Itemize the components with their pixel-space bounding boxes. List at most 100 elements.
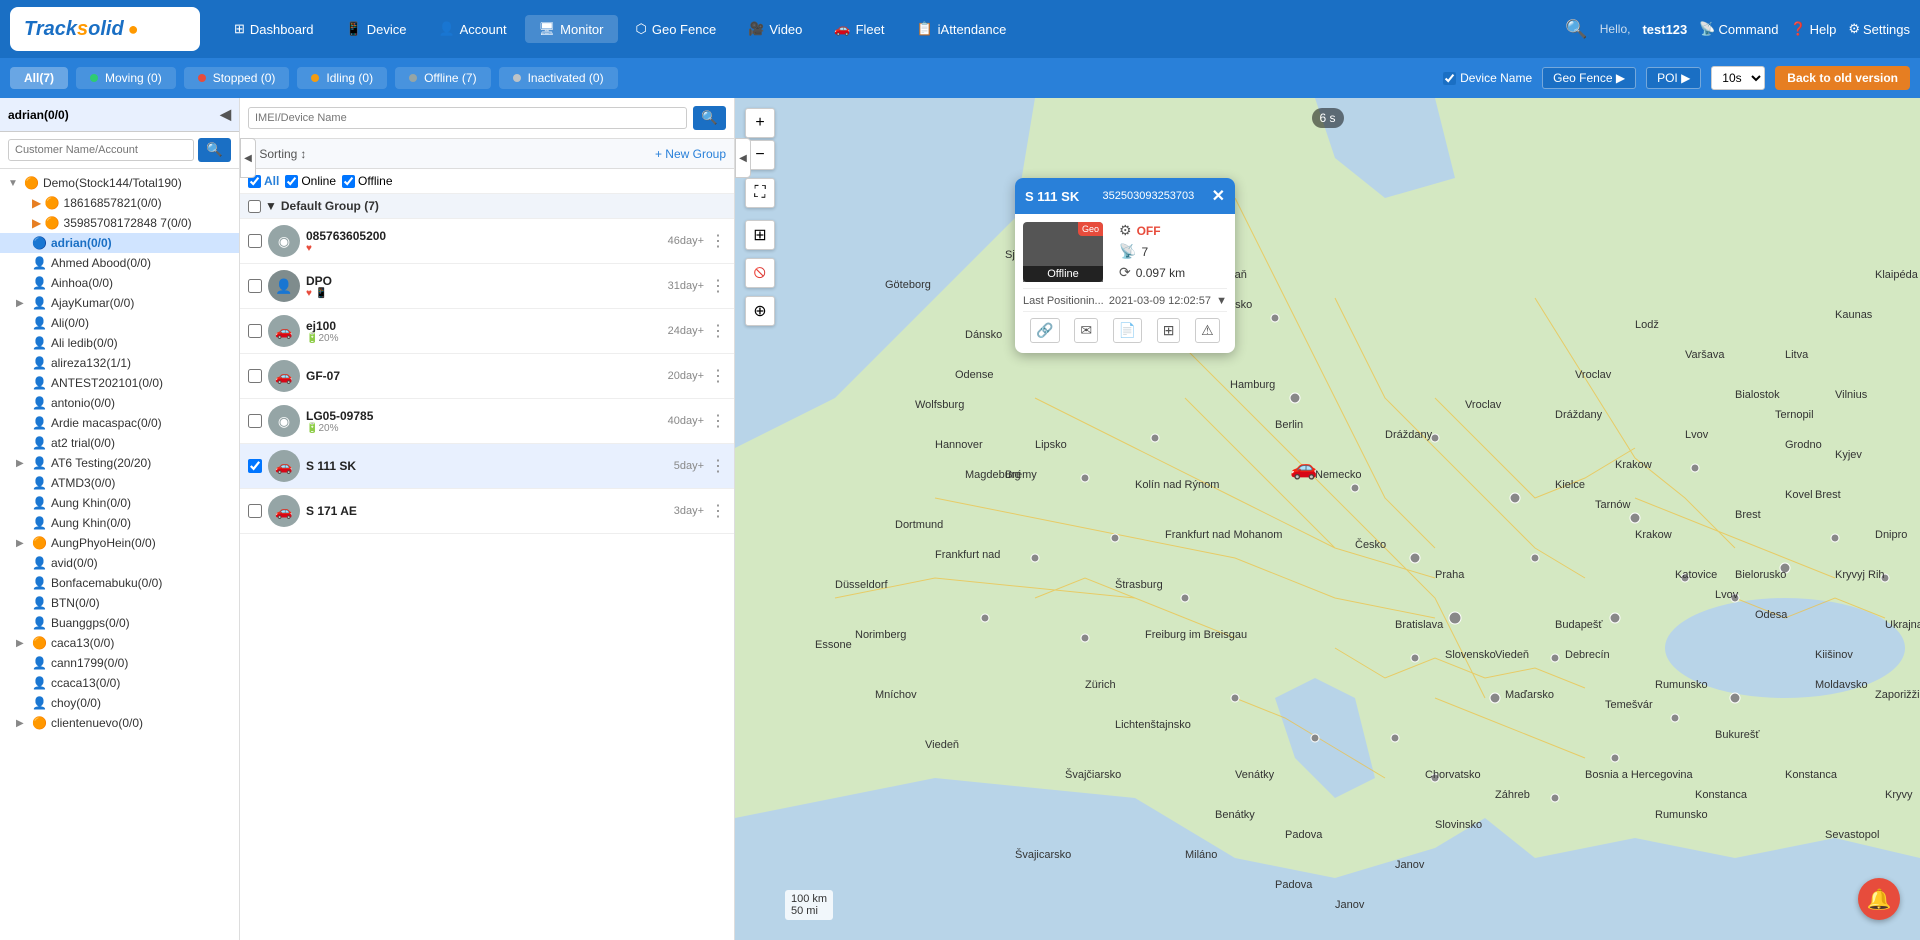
device-row[interactable]: 🚗 GF-07 20day+ ⋮ bbox=[240, 354, 734, 399]
poi-button[interactable]: POI ▶ bbox=[1646, 67, 1701, 89]
device-search-button[interactable]: 🔍 bbox=[693, 106, 726, 130]
device-row[interactable]: ◉ LG05-09785 🔋20% 40day+ ⋮ bbox=[240, 399, 734, 444]
nav-fleet[interactable]: 🚗 Fleet bbox=[820, 15, 898, 43]
tree-item-bonfacemabuku[interactable]: 👤 Bonfacemabuku(0/0) bbox=[0, 573, 239, 593]
filter-offline-input[interactable] bbox=[342, 175, 355, 188]
layer-button[interactable]: ⊞ bbox=[745, 220, 775, 250]
tree-item-ainhoa[interactable]: 👤 Ainhoa(0/0) bbox=[0, 273, 239, 293]
filter-online-checkbox[interactable]: Online bbox=[285, 174, 336, 188]
device-context-menu[interactable]: ⋮ bbox=[710, 276, 726, 296]
device-row[interactable]: ◉ 085763605200 ♥ 46day+ ⋮ bbox=[240, 219, 734, 264]
tree-item-caca13[interactable]: ▶ 🟠 caca13(0/0) bbox=[0, 633, 239, 653]
message-button[interactable]: ✉ bbox=[1074, 318, 1098, 343]
tree-item-btn[interactable]: 👤 BTN(0/0) bbox=[0, 593, 239, 613]
nav-geofence[interactable]: ⬡ Geo Fence bbox=[622, 15, 731, 43]
tree-item-alireza[interactable]: 👤 alireza132(1/1) bbox=[0, 353, 239, 373]
cluster-button[interactable]: ⊕ bbox=[745, 296, 775, 326]
search-icon[interactable]: 🔍 bbox=[1565, 19, 1587, 40]
device-context-menu[interactable]: ⋮ bbox=[710, 411, 726, 431]
device-context-menu[interactable]: ⋮ bbox=[710, 501, 726, 521]
device-context-menu[interactable]: ⋮ bbox=[710, 231, 726, 251]
filter-online-input[interactable] bbox=[285, 175, 298, 188]
tree-item-atmd3[interactable]: 👤 ATMD3(0/0) bbox=[0, 473, 239, 493]
device-row[interactable]: 🚗 S 171 AE 3day+ ⋮ bbox=[240, 489, 734, 534]
device-context-menu[interactable]: ⋮ bbox=[710, 366, 726, 386]
tree-item-ahmed[interactable]: 👤 Ahmed Abood(0/0) bbox=[0, 253, 239, 273]
nav-account[interactable]: 👤 Account bbox=[424, 15, 520, 43]
collapse-mid-panel-button[interactable]: ◀ bbox=[735, 138, 751, 178]
select-all-checkbox[interactable] bbox=[248, 200, 261, 213]
track-button[interactable]: 🚫 bbox=[745, 258, 775, 288]
notification-bell-button[interactable]: 🔔 bbox=[1858, 878, 1900, 920]
tree-item-choy[interactable]: 👤 choy(0/0) bbox=[0, 693, 239, 713]
back-old-version-button[interactable]: Back to old version bbox=[1775, 66, 1910, 90]
tree-item-ccaca13[interactable]: 👤 ccaca13(0/0) bbox=[0, 673, 239, 693]
interval-select[interactable]: 10s 30s 60s bbox=[1711, 66, 1765, 90]
tree-item-antonio[interactable]: 👤 antonio(0/0) bbox=[0, 393, 239, 413]
expand-arrow[interactable]: ▼ bbox=[1216, 295, 1227, 307]
tree-item-buanggps[interactable]: 👤 Buanggps(0/0) bbox=[0, 613, 239, 633]
nav-dashboard[interactable]: ⊞ Dashboard bbox=[220, 15, 328, 43]
help-btn[interactable]: ❓ Help bbox=[1790, 21, 1836, 37]
tree-item-ardie[interactable]: 👤 Ardie macaspac(0/0) bbox=[0, 413, 239, 433]
nav-monitor[interactable]: 🖥 Monitor bbox=[525, 15, 618, 43]
tree-item-at6testing[interactable]: ▶ 👤 AT6 Testing(20/20) bbox=[0, 453, 239, 473]
sorting-button[interactable]: Sorting ↕ bbox=[259, 147, 306, 161]
tab-stopped[interactable]: Stopped (0) bbox=[184, 67, 290, 89]
collapse-panel-button[interactable]: ◀ bbox=[220, 106, 231, 123]
car-marker[interactable]: 🚗 bbox=[1290, 455, 1317, 481]
device-checkbox[interactable] bbox=[248, 279, 262, 293]
fullscreen-button[interactable]: ⛶ bbox=[745, 178, 775, 208]
settings-btn[interactable]: ⚙ Settings bbox=[1848, 21, 1910, 37]
device-checkbox[interactable] bbox=[248, 234, 262, 248]
tree-item-demo[interactable]: ▼ 🟠 Demo(Stock144/Total190) bbox=[0, 173, 239, 193]
tab-idling[interactable]: Idling (0) bbox=[297, 67, 387, 89]
tree-item-ali[interactable]: 👤 Ali(0/0) bbox=[0, 313, 239, 333]
tab-moving[interactable]: Moving (0) bbox=[76, 67, 176, 89]
tab-all[interactable]: All(7) bbox=[10, 67, 68, 89]
tree-item-antest[interactable]: 👤 ANTEST202101(0/0) bbox=[0, 373, 239, 393]
device-row[interactable]: 🚗 ej100 🔋20% 24day+ ⋮ bbox=[240, 309, 734, 354]
tree-item-35985[interactable]: ▶ 🟠 35985708172848 7(0/0) bbox=[0, 213, 239, 233]
device-row[interactable]: 🚗 S 111 SK 5day+ ⋮ bbox=[240, 444, 734, 489]
command-btn[interactable]: 📡 Command bbox=[1699, 21, 1778, 37]
nav-iattendance[interactable]: 📋 iAttendance bbox=[902, 15, 1020, 43]
filter-offline-checkbox[interactable]: Offline bbox=[342, 174, 392, 188]
tree-item-aungkhin2[interactable]: 👤 Aung Khin(0/0) bbox=[0, 513, 239, 533]
tree-item-ajay[interactable]: ▶ 👤 AjayKumar(0/0) bbox=[0, 293, 239, 313]
device-checkbox[interactable] bbox=[248, 459, 262, 473]
device-checkbox[interactable] bbox=[248, 324, 262, 338]
account-search-button[interactable]: 🔍 bbox=[198, 138, 231, 162]
device-name-checkbox[interactable] bbox=[1443, 72, 1456, 85]
account-search-input[interactable] bbox=[8, 139, 194, 161]
nav-video[interactable]: 🎥 Video bbox=[734, 15, 816, 43]
tree-item-avid[interactable]: 👤 avid(0/0) bbox=[0, 553, 239, 573]
tree-item-18616[interactable]: ▶ 🟠 18616857821(0/0) bbox=[0, 193, 239, 213]
new-group-button[interactable]: + New Group bbox=[655, 147, 726, 161]
tab-inactivated[interactable]: Inactivated (0) bbox=[499, 67, 618, 89]
device-checkbox[interactable] bbox=[248, 414, 262, 428]
nav-device[interactable]: 📱 Device bbox=[332, 15, 421, 43]
tab-offline[interactable]: Offline (7) bbox=[395, 67, 490, 89]
geo-fence-button[interactable]: Geo Fence ▶ bbox=[1542, 67, 1636, 89]
tree-item-cann1799[interactable]: 👤 cann1799(0/0) bbox=[0, 653, 239, 673]
tree-item-clientenuevo[interactable]: ▶ 🟠 clientenuevo(0/0) bbox=[0, 713, 239, 733]
device-context-menu[interactable]: ⋮ bbox=[710, 456, 726, 476]
grid-button[interactable]: ⊞ bbox=[1157, 318, 1181, 343]
device-checkbox[interactable] bbox=[248, 504, 262, 518]
logo[interactable]: Tracksolid ● bbox=[10, 7, 200, 51]
device-context-menu[interactable]: ⋮ bbox=[710, 321, 726, 341]
tree-item-aliledib[interactable]: 👤 Ali ledib(0/0) bbox=[0, 333, 239, 353]
device-name-toggle[interactable]: Device Name bbox=[1443, 71, 1532, 85]
device-search-input[interactable] bbox=[248, 107, 687, 129]
tree-item-at2trial[interactable]: 👤 at2 trial(0/0) bbox=[0, 433, 239, 453]
link-button[interactable]: 🔗 bbox=[1030, 318, 1059, 343]
tree-item-adrian[interactable]: 🔵 adrian(0/0) bbox=[0, 233, 239, 253]
alert-button[interactable]: ⚠ bbox=[1195, 318, 1220, 343]
device-row[interactable]: 👤 DPO ♥ 📱 31day+ ⋮ bbox=[240, 264, 734, 309]
file-button[interactable]: 📄 bbox=[1113, 318, 1142, 343]
tree-item-aungkhin1[interactable]: 👤 Aung Khin(0/0) bbox=[0, 493, 239, 513]
device-checkbox[interactable] bbox=[248, 369, 262, 383]
expand-group-arrow[interactable]: ▼ bbox=[265, 199, 277, 213]
tree-item-aungphyo[interactable]: ▶ 🟠 AungPhyoHein(0/0) bbox=[0, 533, 239, 553]
